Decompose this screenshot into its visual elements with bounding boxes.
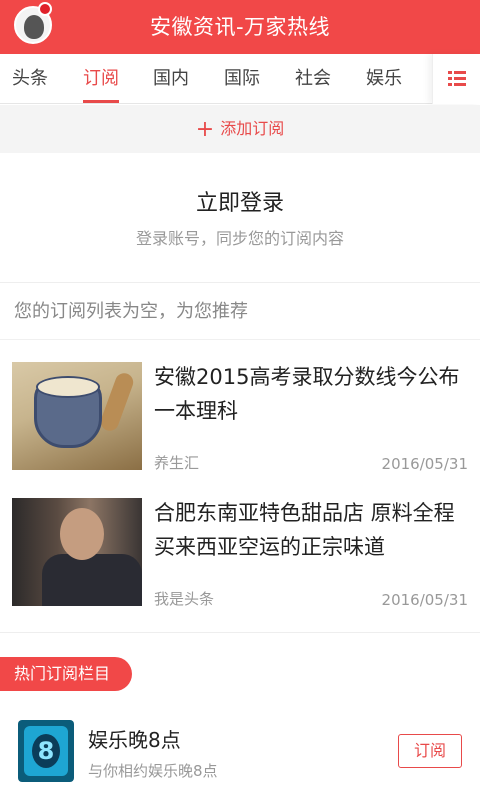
article-title[interactable]: 安徽2015高考录取分数线今公布 一本理科 (154, 360, 472, 428)
article-date: 2016/05/31 (381, 591, 468, 609)
channel-logo-text: 8 (32, 734, 60, 768)
article-item[interactable]: 安徽2015高考录取分数线今公布 一本理科 养生汇 2016/05/31 (0, 340, 480, 475)
tab-subscriptions[interactable]: 订阅 (73, 54, 129, 104)
app-title: 安徽资讯-万家热线 (149, 15, 331, 39)
grid-menu-icon (448, 71, 466, 87)
tab-domestic[interactable]: 国内 (143, 54, 199, 104)
article-source: 养生汇 (154, 454, 200, 472)
plus-icon: + (195, 117, 215, 142)
login-subtitle: 登录账号，同步您的订阅内容 (135, 229, 344, 248)
login-prompt[interactable]: 立即登录 登录账号，同步您的订阅内容 (0, 153, 480, 283)
article-thumbnail (12, 362, 142, 470)
tab-international[interactable]: 国际 (214, 54, 270, 104)
add-subscription-label: 添加订阅 (220, 119, 285, 138)
channel-name[interactable]: 娱乐晚8点 (88, 724, 181, 753)
app-header: 安徽资讯-万家热线 (0, 0, 480, 54)
empty-subscription-hint: 您的订阅列表为空，为您推荐 (0, 284, 480, 340)
channel-tabs: 头条 订阅 国内 国际 社会 娱乐 (0, 54, 480, 104)
article-title[interactable]: 合肥东南亚特色甜品店 原料全程买来西亚空运的正宗味道 (154, 496, 472, 564)
add-subscription-button[interactable]: + 添加订阅 (0, 105, 480, 153)
active-tab-indicator (83, 100, 119, 103)
channel-menu-button[interactable] (432, 54, 480, 104)
article-item[interactable]: 合肥东南亚特色甜品店 原料全程买来西亚空运的正宗味道 我是头条 2016/05/… (0, 476, 480, 611)
login-title[interactable]: 立即登录 (0, 185, 480, 217)
hot-section-label: 热门订阅栏目 (0, 657, 133, 691)
tab-headlines[interactable]: 头条 (2, 54, 58, 104)
tab-entertainment[interactable]: 娱乐 (356, 54, 412, 104)
tab-society[interactable]: 社会 (285, 54, 341, 104)
article-source: 我是头条 (154, 590, 215, 608)
channel-logo[interactable]: 8 (18, 720, 74, 782)
article-thumbnail (12, 498, 142, 606)
section-divider (0, 632, 480, 633)
article-date: 2016/05/31 (381, 455, 468, 473)
channel-description: 与你相约娱乐晚8点 (88, 762, 218, 780)
subscribe-button[interactable]: 订阅 (398, 734, 462, 768)
